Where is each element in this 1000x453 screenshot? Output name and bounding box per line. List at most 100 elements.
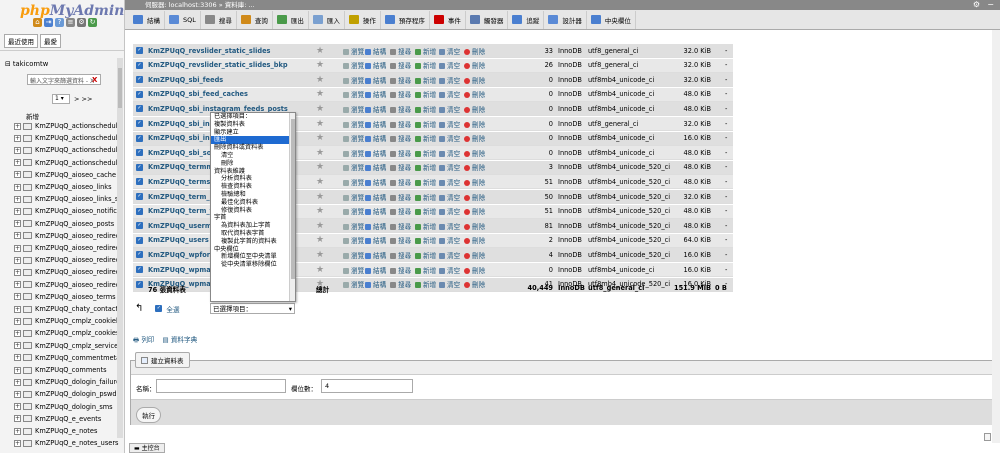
row-checkbox[interactable]: ✓: [136, 120, 143, 127]
insert-link[interactable]: 新增: [415, 162, 436, 172]
expand-icon[interactable]: +: [14, 293, 21, 301]
nav-table-item[interactable]: + KmZPUqQ_aioseo_redirec: [14, 279, 119, 291]
gear-icon[interactable]: ⚙: [973, 0, 980, 10]
table-name-link[interactable]: KmZPUqQ_revslider_static_slides_bkp: [148, 61, 288, 69]
row-checkbox[interactable]: ✓: [136, 222, 143, 230]
star-icon[interactable]: ★: [316, 46, 324, 56]
insert-link[interactable]: 新增: [415, 177, 436, 187]
search-link[interactable]: 搜尋: [390, 75, 411, 85]
row-checkbox[interactable]: ✓: [136, 47, 143, 54]
dropdown-scrollbar[interactable]: [289, 113, 295, 301]
search-link[interactable]: 搜尋: [390, 119, 411, 129]
nav-table-item[interactable]: + KmZPUqQ_aioseo_terms: [14, 291, 116, 303]
table-name-link[interactable]: KmZPUqQ_sbi_feed_caches: [148, 90, 248, 98]
search-link[interactable]: 搜尋: [390, 250, 411, 260]
structure-link[interactable]: 結構: [365, 177, 386, 187]
browse-link[interactable]: 瀏覽: [343, 46, 364, 56]
drop-link[interactable]: 刪除: [464, 75, 485, 85]
expand-icon[interactable]: +: [14, 329, 21, 337]
empty-link[interactable]: 清空: [439, 104, 460, 114]
table-name-link[interactable]: KmZPUqQ_sbi_so: [148, 149, 211, 157]
nav-table-item[interactable]: + KmZPUqQ_chaty_contact_: [14, 303, 121, 315]
dropdown-scrollbar-thumb[interactable]: [291, 119, 295, 279]
dropdown-option[interactable]: 檢驗總和: [211, 191, 295, 199]
nav-table-item[interactable]: + KmZPUqQ_dologin_pswdl: [14, 388, 118, 400]
table-name-link[interactable]: KmZPUqQ_revslider_static_slides: [148, 47, 270, 55]
star-icon[interactable]: ★: [316, 148, 324, 158]
nav-table-item[interactable]: + KmZPUqQ_aioseo_redirec: [14, 254, 119, 266]
tab-export[interactable]: 匯出: [273, 10, 309, 29]
dropdown-option[interactable]: 清空: [211, 152, 295, 160]
nav-table-item[interactable]: + KmZPUqQ_e_notes: [14, 425, 97, 437]
drop-link[interactable]: 刪除: [464, 221, 485, 231]
empty-link[interactable]: 清空: [439, 162, 460, 172]
drop-link[interactable]: 刪除: [464, 250, 485, 260]
nav-table-item[interactable]: + KmZPUqQ_e_notes_users: [14, 437, 119, 449]
dropdown-option[interactable]: 字首: [211, 214, 295, 222]
browse-link[interactable]: 瀏覽: [343, 162, 364, 172]
nav-table-item[interactable]: + KmZPUqQ_comments: [14, 364, 107, 376]
empty-link[interactable]: 清空: [439, 265, 460, 275]
drop-link[interactable]: 刪除: [464, 206, 485, 216]
search-link[interactable]: 搜尋: [390, 133, 411, 143]
browse-link[interactable]: 瀏覽: [343, 250, 364, 260]
insert-link[interactable]: 新增: [415, 265, 436, 275]
nav-table-item[interactable]: + KmZPUqQ_actionschedule: [14, 157, 122, 169]
empty-link[interactable]: 清空: [439, 60, 460, 70]
expand-icon[interactable]: +: [14, 122, 21, 130]
empty-link[interactable]: 清空: [439, 75, 460, 85]
check-all-checkbox[interactable]: ✓: [155, 305, 163, 312]
browse-link[interactable]: 瀏覽: [343, 148, 364, 158]
row-checkbox[interactable]: ✓: [136, 163, 143, 171]
structure-link[interactable]: 結構: [365, 221, 386, 231]
star-icon[interactable]: ★: [316, 192, 324, 202]
browse-link[interactable]: 瀏覽: [343, 133, 364, 143]
expand-icon[interactable]: +: [14, 146, 21, 154]
print-link[interactable]: 🖶 列印: [133, 334, 155, 347]
insert-link[interactable]: 新增: [415, 192, 436, 202]
dropdown-option[interactable]: 刪除: [211, 160, 295, 168]
nav-table-item[interactable]: + KmZPUqQ_aioseo_posts: [14, 218, 114, 230]
go-button[interactable]: 執行: [136, 407, 161, 423]
row-checkbox[interactable]: ✓: [136, 90, 143, 98]
expand-icon[interactable]: +: [14, 354, 21, 362]
empty-link[interactable]: 清空: [439, 46, 460, 56]
logo[interactable]: phpMyAdmin: [20, 3, 124, 19]
search-link[interactable]: 搜尋: [390, 148, 411, 158]
structure-link[interactable]: 結構: [365, 250, 386, 260]
star-icon[interactable]: ★: [316, 60, 324, 70]
table-name-link[interactable]: KmZPUqQ_term_r: [148, 193, 213, 201]
browse-link[interactable]: 瀏覽: [343, 192, 364, 202]
row-checkbox[interactable]: ✓: [136, 134, 143, 142]
expand-icon[interactable]: +: [14, 390, 21, 398]
drop-link[interactable]: 刪除: [464, 46, 485, 56]
empty-link[interactable]: 清空: [439, 206, 460, 216]
empty-link[interactable]: 清空: [439, 148, 460, 158]
nav-table-item[interactable]: + KmZPUqQ_actionschedule: [14, 120, 122, 132]
insert-link[interactable]: 新增: [415, 250, 436, 260]
search-link[interactable]: 搜尋: [390, 235, 411, 245]
search-link[interactable]: 搜尋: [390, 206, 411, 216]
nav-table-item[interactable]: + KmZPUqQ_aioseo_notifica: [14, 205, 121, 217]
empty-link[interactable]: 清空: [439, 192, 460, 202]
expand-icon[interactable]: +: [14, 207, 21, 215]
browse-link[interactable]: 瀏覽: [343, 235, 364, 245]
expand-icon[interactable]: +: [14, 378, 21, 386]
star-icon[interactable]: ★: [316, 265, 324, 275]
recent-tab[interactable]: 最近使用: [4, 34, 38, 48]
home-icon[interactable]: ⌂: [33, 18, 42, 27]
empty-link[interactable]: 清空: [439, 177, 460, 187]
search-link[interactable]: 搜尋: [390, 104, 411, 114]
insert-link[interactable]: 新增: [415, 119, 436, 129]
search-link[interactable]: 搜尋: [390, 221, 411, 231]
star-icon[interactable]: ★: [316, 221, 324, 231]
search-link[interactable]: 搜尋: [390, 192, 411, 202]
insert-link[interactable]: 新增: [415, 148, 436, 158]
logout-icon[interactable]: ⇥: [44, 18, 53, 27]
tab-routines[interactable]: 預存程序: [381, 10, 430, 29]
nav-table-item[interactable]: + KmZPUqQ_aioseo_redirec: [14, 242, 119, 254]
favorites-tab[interactable]: 最愛: [40, 34, 61, 48]
docs-icon[interactable]: ≡: [66, 18, 75, 27]
filter-clear-icon[interactable]: X: [92, 76, 97, 84]
columns-input[interactable]: 4: [321, 379, 413, 393]
